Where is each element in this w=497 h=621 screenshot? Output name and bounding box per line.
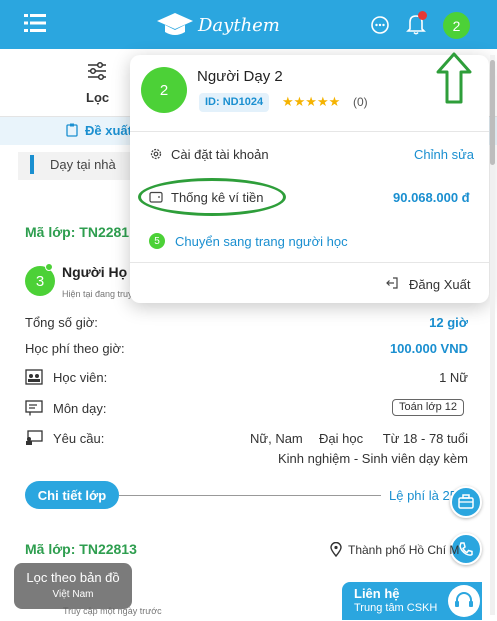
- edit-link[interactable]: Chỉnh sửa: [414, 147, 474, 162]
- class-code: Mã lớp: TN2281: [25, 224, 130, 240]
- headset-icon-wrapper: [448, 585, 480, 617]
- class-code-2: Mã lớp: TN22813: [25, 541, 137, 557]
- switch-to-learner-link[interactable]: Chuyển sang trang người học: [175, 234, 348, 249]
- chat-icon[interactable]: [370, 15, 390, 35]
- contact-support-button[interactable]: Liên hệ Trung tâm CSKH: [342, 582, 482, 620]
- app-logo[interactable]: Daythem: [156, 10, 280, 40]
- requirement-gender: Nữ, Nam: [250, 431, 303, 446]
- subject-label: Môn dạy:: [53, 401, 107, 416]
- notification-dot: [418, 11, 427, 20]
- total-hours-value: 12 giờ: [429, 315, 468, 330]
- divider: [130, 262, 489, 263]
- contact-subtitle: Trung tâm CSKH: [354, 602, 438, 614]
- subject-icon: [25, 400, 43, 416]
- teacher-status: Hiện tại đang truy: [62, 289, 133, 299]
- briefcase-icon: [458, 494, 474, 509]
- requirement-level: Đại học: [319, 431, 364, 446]
- class-detail-button[interactable]: Chi tiết lớp: [25, 481, 119, 509]
- dropdown-avatar: 2: [141, 67, 187, 113]
- location-text: Thành phố Hồ Chí M: [348, 543, 460, 557]
- briefcase-button[interactable]: [450, 486, 482, 518]
- online-dot: [45, 263, 53, 271]
- fee-per-hour-value: 100.000 VND: [389, 341, 468, 356]
- rating-stars: ★★★★★: [282, 94, 341, 109]
- location-pin-icon: [330, 542, 342, 557]
- scrollbar-thumb[interactable]: [490, 60, 495, 165]
- requirement-experience: Kinh nghiệm - Sinh viên dạy kèm: [277, 451, 468, 466]
- students-value: 1 Nữ: [439, 370, 468, 385]
- logout-item[interactable]: Đăng Xuất: [409, 277, 470, 292]
- user-name: Người Dạy 2: [197, 68, 283, 85]
- divider: [119, 495, 381, 496]
- map-filter-title: Lọc theo bản đồ: [26, 570, 120, 585]
- highlight-ellipse: [138, 178, 286, 216]
- map-filter-subtitle: Việt Nam: [52, 589, 94, 600]
- tab-label[interactable]: Dạy tại nhà: [50, 157, 116, 172]
- switch-badge: 5: [149, 233, 165, 249]
- rating-count: (0): [353, 95, 368, 109]
- requirement-age: Từ 18 - 78 tuổi: [382, 431, 468, 446]
- total-hours-label: Tổng số giờ:: [25, 315, 98, 330]
- account-settings-item[interactable]: Cài đặt tài khoản: [171, 147, 269, 162]
- sliders-icon[interactable]: [86, 60, 108, 82]
- up-arrow-icon: [436, 52, 472, 104]
- fee-per-hour-label: Học phí theo giờ:: [25, 341, 125, 356]
- graduation-cap-icon: [157, 13, 193, 35]
- divider: [130, 131, 489, 132]
- logo-text: Daythem: [198, 15, 280, 36]
- logout-icon: [386, 277, 398, 289]
- subject-badge: Toán lớp 12: [392, 399, 464, 416]
- suggest-tab[interactable]: Đề xuất: [85, 123, 132, 138]
- map-filter-button[interactable]: Lọc theo bản đồ Việt Nam: [14, 563, 132, 609]
- fee-text: Lệ phí là 25: [389, 488, 457, 503]
- requirement-icon: [26, 430, 43, 445]
- requirement-label: Yêu cầu:: [53, 431, 105, 446]
- clipboard-icon: [66, 123, 78, 137]
- students-icon: [25, 369, 43, 385]
- students-label: Học viên:: [53, 370, 108, 385]
- teacher-name: Người Họ: [62, 264, 128, 280]
- contact-title: Liên hệ: [354, 586, 400, 601]
- menu-icon[interactable]: [24, 13, 46, 33]
- filter-label[interactable]: Lọc: [86, 90, 109, 105]
- wallet-amount: 90.068.000 đ: [393, 190, 470, 205]
- gear-icon: [150, 148, 162, 160]
- header-avatar[interactable]: 2: [443, 12, 470, 39]
- tab-indicator: [30, 155, 34, 174]
- headset-icon: [455, 592, 473, 607]
- user-id-badge: ID: ND1024: [199, 93, 270, 112]
